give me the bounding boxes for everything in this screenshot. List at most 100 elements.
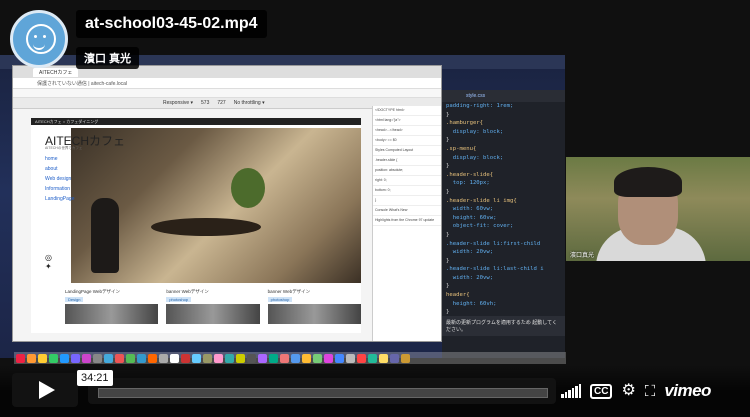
browser-tab: AITECHカフェ [33,67,79,77]
progress-bar[interactable] [98,388,548,398]
code-line: display: block; [446,128,504,135]
hero-table-shape [151,218,261,236]
dock-app-icon [269,353,278,363]
dock-app-icon [181,353,190,363]
dock-app-icon [401,353,410,363]
play-button[interactable] [12,373,78,407]
address-bar: 保護されていない通信 | aitech-cafe.local [13,78,441,89]
code-line: width: 20vw; [446,274,494,281]
site-topbar: AITECHカフェ ○ カフェダイニング [31,118,361,125]
settings-gear-icon[interactable]: ⚙ [621,383,635,399]
devtools-line: .header-slide { [373,156,441,166]
video-byline[interactable]: 濱口 真光 [76,47,140,69]
dock-app-icon [115,353,124,363]
dock-app-icon [236,353,245,363]
work-card: banner Webデザイン photoshop [267,289,361,333]
hero-plant-shape [231,168,265,208]
dock-app-icon [368,353,377,363]
dock-app-icon [203,353,212,363]
dock-app-icon [137,353,146,363]
code-line: } [446,111,450,118]
play-icon [39,381,55,399]
presenter-hair [614,167,682,197]
devtools-line: } [373,196,441,206]
device-width: 573 [201,100,210,106]
code-line: } [446,137,450,144]
browser-window: AITECHカフェ 保護されていない通信 | aitech-cafe.local… [12,65,442,342]
dock-app-icon [192,353,201,363]
dock-app-icon [93,353,102,363]
code-line: .header-slide li:last-child i [446,266,544,273]
work-thumbnail [65,304,159,324]
code-line: display: block; [446,154,504,161]
code-line: } [446,163,450,170]
code-line: top: 120px; [446,180,490,187]
dock-app-icon [159,353,168,363]
dock-app-icon [225,353,234,363]
site-nav-home: home [45,156,58,162]
dock-app-icon [16,353,25,363]
devtools-panel: <!DOCTYPE html> <html lang="ja"> <head>.… [372,106,441,341]
devtools-line: bottom: 0; [373,186,441,196]
work-tag: photoshop [267,297,293,302]
smiley-eye [43,35,46,38]
quality-bars-icon[interactable] [561,384,581,398]
work-card: banner Webデザイン photoshop [166,289,260,333]
dock-app-icon [280,353,289,363]
code-line: height: 60vw; [446,214,497,221]
channel-avatar[interactable] [10,10,68,68]
dock-app-icon [60,353,69,363]
fullscreen-icon[interactable]: ⛶ [645,384,656,399]
dock-app-icon [214,353,223,363]
dock-app-icon [346,353,355,363]
smiley-eye [34,35,37,38]
dock-app-icon [291,353,300,363]
closed-captions-button[interactable]: CC [590,383,613,399]
code-line: .header-slide li:first-child [446,240,541,247]
bookmarks-bar [13,89,441,98]
editor-code: padding-right: 1rem;} .hamburger{ display… [442,102,565,334]
code-line: height: 60vh; [446,300,497,307]
work-title: banner Webデザイン [166,289,209,294]
dock [14,352,566,364]
work-title: LandingPage Webデザイン [65,289,120,294]
vimeo-logo[interactable]: vimeo [664,381,711,401]
throttle-select: No throttling ▾ [233,100,265,106]
code-line: .header-slide li img{ [446,197,517,204]
devtools-line: <head>...</head> [373,126,441,136]
code-line: .header-slide{ [446,171,494,178]
code-line: width: 60vw; [446,206,494,213]
code-line: object-fit: cover; [446,223,514,230]
work-thumbnail [267,304,361,324]
dock-app-icon [247,353,256,363]
dock-app-icon [258,353,267,363]
devtools-line: <!DOCTYPE html> [373,106,441,116]
dock-app-icon [82,353,91,363]
device-height: 727 [217,100,226,106]
system-notification: 最新の更新プログラムを適用するため 起動してください。 [442,316,565,336]
webcam-label: 濱口真光 [570,253,595,259]
dock-app-icon [49,353,58,363]
time-tooltip: 34:21 [77,370,113,386]
site-nav: home about Web design Information Landin… [45,154,74,204]
code-line: .hamburger{ [446,120,484,127]
work-title: banner Webデザイン [267,289,311,294]
dock-app-icon [71,353,80,363]
dock-app-icon [357,353,366,363]
code-line: } [446,188,450,195]
video-title[interactable]: at-school03-45-02.mp4 [76,10,267,38]
dock-app-icon [335,353,344,363]
site-works: LandingPage Webデザイン Design banner Webデザイ… [65,289,361,333]
instagram-icon: ◎ [45,253,52,262]
work-tag: photoshop [166,297,192,302]
video-player[interactable]: AITECHカフェ 保護されていない通信 | aitech-cafe.local… [0,0,750,417]
devtools-line: <html lang="ja"> [373,116,441,126]
site-social-icons: ◎ ✦ [45,253,52,271]
webcam-inset: 濱口真光 [566,157,750,261]
dock-app-icon [148,353,157,363]
work-tag: Design [65,297,84,302]
devtools-line: right: 0; [373,176,441,186]
site-viewport: AITECHカフェ ○ カフェダイニング AITECHカフェ AITECHの世界… [31,118,361,333]
site-nav-landingpage: LandingPage [45,196,75,202]
code-line: } [446,231,450,238]
